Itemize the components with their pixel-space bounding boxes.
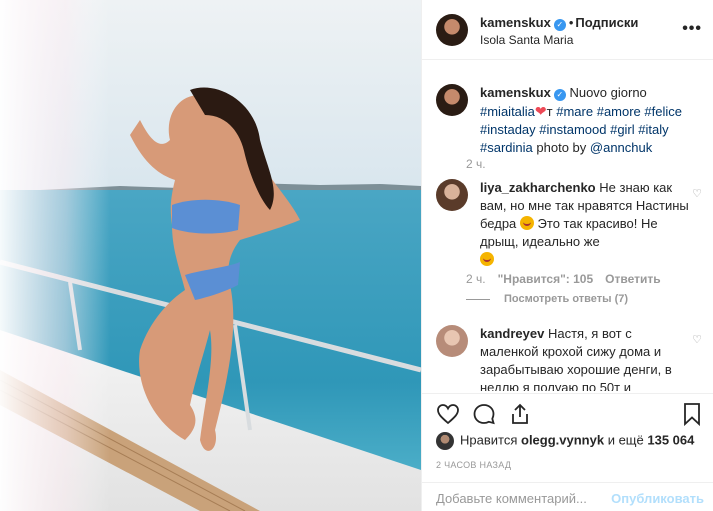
caption-text: kamenskux ✓ Nuovo giorno #miaitalia❤т #ma… [480,84,690,157]
separator-dot: • [568,15,574,30]
post-header: kamenskux ✓ • Подписки Isola Santa Maria ••… [422,0,713,60]
author-username[interactable]: kamenskux [480,15,551,30]
caption-time[interactable]: 2 ч. [466,157,486,171]
publish-button[interactable]: Опубликовать [611,491,704,506]
comment-time[interactable]: 2 ч. [466,272,486,286]
likes-count[interactable]: 135 064 [647,432,694,447]
heart-eyes-emoji-icon [480,252,494,266]
bookmark-icon[interactable] [680,402,704,426]
post-timestamp[interactable]: 2 ЧАСОВ НАЗАД [436,460,511,470]
likes-prefix: Нравится [460,432,518,448]
speech-bubble-icon[interactable] [472,402,496,426]
liker-username[interactable]: olegg.vynnyk [521,432,604,447]
comment-meta: 2 ч. "Нравится": 105 Ответить [466,272,673,286]
caption-avatar[interactable] [436,84,468,116]
commenter-avatar[interactable] [436,179,468,211]
hashtag-link[interactable]: #sardinia [480,140,533,155]
mention-link[interactable]: @annchuk [590,140,652,155]
commenter-username[interactable]: kandreyev [480,326,544,341]
verified-badge-icon: ✓ [553,89,566,101]
caption-fragment: т [546,104,553,119]
caption-photo-by: photo by [536,140,587,155]
likes-summary: Нравится olegg.vynnyk и ещё 135 064 [436,432,694,450]
following-button[interactable]: Подписки [575,15,638,30]
comment-text: kandreyev Настя, я вот с маленкой крохой… [480,325,690,391]
comment-input[interactable] [436,491,606,506]
comment-like-heart-icon[interactable]: ♡ [692,333,702,346]
heart-eyes-emoji-icon [519,216,534,230]
liker-avatar[interactable] [436,432,454,450]
commenter-avatar[interactable] [436,325,468,357]
red-heart-emoji-icon: ❤ [534,103,547,119]
likes-middle: и ещё [607,432,644,448]
view-replies-button[interactable]: Посмотреть ответы (7) [466,293,628,305]
hashtag-link[interactable]: #miaitalia [480,104,535,119]
post-image [0,0,421,511]
reply-button[interactable]: Ответить [605,272,660,286]
hashtag-link[interactable]: #instaday #instamood #girl #italy [480,122,669,137]
action-bar [422,393,713,433]
comment-like-heart-icon[interactable]: ♡ [692,187,702,200]
caption-start: Nuovo giorno [569,85,647,100]
heart-outline-icon[interactable] [436,402,460,426]
post-details-panel: kamenskux ✓ • Подписки Isola Santa Maria ••… [421,0,713,511]
hashtag-link[interactable]: #mare #amore #felice [556,104,682,119]
caption-username[interactable]: kamenskux [480,85,551,100]
commenter-username[interactable]: liya_zakharchenko [480,180,596,195]
post-location[interactable]: Isola Santa Maria [480,33,573,47]
more-options-icon[interactable]: ••• [682,20,702,38]
verified-badge-icon: ✓ [553,19,566,31]
author-line: kamenskux ✓ • Подписки [480,15,638,31]
add-comment-bar: Опубликовать [422,482,713,511]
post-photo[interactable] [0,0,421,511]
comments-list[interactable]: kamenskux ✓ Nuovo giorno #miaitalia❤т #ma… [422,75,713,391]
author-avatar[interactable] [436,14,468,46]
comment-text: liya_zakharchenko Не знаю как вам, но мн… [480,179,690,269]
caption-meta: 2 ч. [466,157,498,171]
share-arrow-icon[interactable] [508,402,532,426]
comment-like-count[interactable]: "Нравится": 105 [498,272,594,286]
